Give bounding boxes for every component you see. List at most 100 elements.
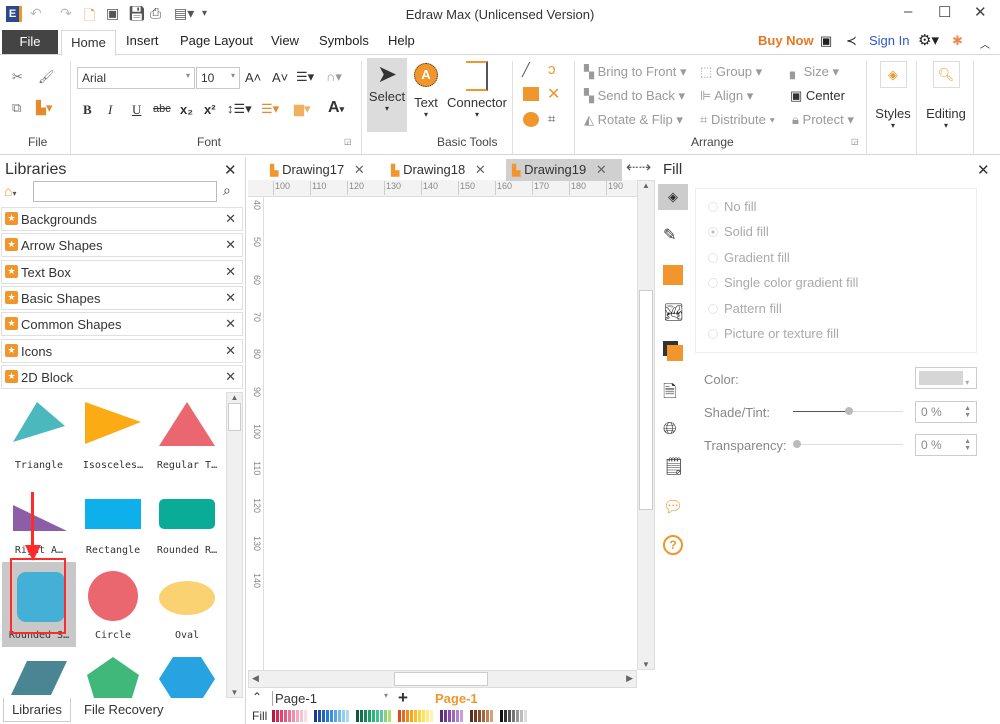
- tab-home[interactable]: Home: [61, 30, 116, 56]
- radio-button[interactable]: [708, 227, 718, 238]
- palette-swatch[interactable]: [516, 710, 519, 722]
- radio-button[interactable]: [708, 329, 718, 339]
- document-icon[interactable]: 🗎: [663, 379, 685, 401]
- crop-tool-icon[interactable]: ⌗: [548, 111, 555, 127]
- palette-swatch[interactable]: [288, 710, 291, 722]
- close-category-icon[interactable]: ✕: [225, 237, 236, 253]
- shadow-square-icon[interactable]: [663, 265, 683, 285]
- palette-swatch[interactable]: [422, 710, 425, 722]
- tab-scroll-arrows-icon[interactable]: ⇠⇢: [626, 158, 651, 176]
- radio-button[interactable]: [708, 202, 718, 212]
- search-icon[interactable]: ⌕: [223, 182, 231, 199]
- copy-icon[interactable]: ⧉: [12, 100, 21, 116]
- transparency-slider[interactable]: [793, 440, 903, 448]
- palette-swatch[interactable]: [280, 710, 283, 722]
- palette-swatch[interactable]: [388, 710, 391, 722]
- palette-swatch[interactable]: [368, 710, 371, 722]
- radio-button[interactable]: [708, 252, 718, 263]
- arrange-dialog-launcher-icon[interactable]: ◲: [851, 137, 859, 146]
- library-category[interactable]: ★ Arrow Shapes ✕: [1, 233, 243, 258]
- tab-help[interactable]: Help: [388, 33, 415, 48]
- palette-swatch[interactable]: [460, 710, 463, 722]
- sign-in-link[interactable]: Sign In: [869, 33, 909, 48]
- palette-swatch[interactable]: [444, 710, 447, 722]
- palette-swatch[interactable]: [426, 710, 429, 722]
- distribute-button[interactable]: ⌗ Distribute ▾: [700, 112, 775, 128]
- libraries-bottom-tab[interactable]: Libraries: [3, 698, 71, 722]
- palette-swatch[interactable]: [482, 710, 485, 722]
- palette-swatch[interactable]: [508, 710, 511, 722]
- font-color-icon[interactable]: A▾: [328, 99, 344, 117]
- canvas-vertical-scrollbar[interactable]: ▲ ▼: [637, 180, 655, 670]
- palette-swatch[interactable]: [440, 710, 443, 722]
- horizontal-scroll-thumb[interactable]: [394, 672, 488, 686]
- shape-item[interactable]: Rectangle: [76, 477, 150, 562]
- close-libraries-icon[interactable]: ✕: [224, 161, 237, 179]
- expand-pages-icon[interactable]: ⌃: [252, 690, 262, 704]
- collapse-ribbon-icon[interactable]: ︿: [980, 36, 990, 51]
- palette-swatch[interactable]: [384, 710, 387, 722]
- file-menu-button[interactable]: File: [2, 30, 58, 54]
- arc-tool-icon[interactable]: ↄ: [548, 61, 556, 78]
- align-button[interactable]: ⊫ Align ▾: [700, 88, 753, 104]
- library-category[interactable]: ★ Backgrounds ✕: [1, 207, 243, 231]
- palette-swatch[interactable]: [406, 710, 409, 722]
- minimize-button[interactable]: –: [904, 3, 912, 20]
- tab-view[interactable]: View: [271, 33, 299, 48]
- palette-swatch[interactable]: [300, 710, 303, 722]
- palette-swatch[interactable]: [456, 710, 459, 722]
- fill-option-radio[interactable]: No fill: [708, 199, 757, 214]
- palette-swatch[interactable]: [430, 710, 433, 722]
- palette-swatch[interactable]: [322, 710, 325, 722]
- paste-icon[interactable]: ▙▾: [36, 100, 53, 116]
- share-file-icon[interactable]: ▣: [820, 33, 832, 49]
- shape-item[interactable]: Rounded R…: [150, 477, 224, 562]
- globe-icon[interactable]: 🌐︎: [663, 419, 685, 441]
- fill-option-radio[interactable]: Solid fill: [708, 224, 769, 239]
- scroll-up-icon[interactable]: ▲: [227, 393, 242, 402]
- editing-button[interactable]: 🔍︎ Editing ▾: [920, 61, 972, 130]
- shade-tint-spinner[interactable]: 0 % ▲ ▼: [915, 401, 977, 423]
- fill-option-radio[interactable]: Gradient fill: [708, 250, 790, 265]
- shape-item[interactable]: Isosceles…: [76, 392, 150, 477]
- palette-swatch[interactable]: [334, 710, 337, 722]
- image-icon[interactable]: 🏞︎: [663, 303, 685, 325]
- scroll-right-icon[interactable]: ▶: [626, 673, 633, 684]
- underline-button[interactable]: U: [132, 102, 141, 118]
- protect-button[interactable]: 🔒︎ Protect ▾: [792, 112, 854, 128]
- buy-now-link[interactable]: Buy Now: [758, 33, 814, 48]
- palette-swatch[interactable]: [292, 710, 295, 722]
- bold-button[interactable]: B: [83, 102, 92, 118]
- subscript-button[interactable]: x₂: [180, 102, 193, 117]
- palette-swatch[interactable]: [402, 710, 405, 722]
- palette-swatch[interactable]: [372, 710, 375, 722]
- comment-icon[interactable]: 💬︎: [663, 497, 685, 519]
- italic-button[interactable]: I: [108, 102, 112, 118]
- scroll-thumb[interactable]: [228, 403, 241, 431]
- close-category-icon[interactable]: ✕: [225, 211, 236, 227]
- shape-item[interactable]: Oval: [150, 562, 224, 647]
- shape-item[interactable]: [76, 647, 150, 698]
- format-painter-icon[interactable]: 🖌︎: [38, 69, 55, 85]
- library-category[interactable]: ★ Basic Shapes ✕: [1, 285, 243, 310]
- palette-swatch[interactable]: [486, 710, 489, 722]
- close-category-icon[interactable]: ✕: [225, 369, 236, 385]
- library-category[interactable]: ★ Icons ✕: [1, 338, 243, 363]
- bring-to-front-button[interactable]: ▚ Bring to Front ▾: [584, 64, 687, 80]
- vertical-scroll-thumb[interactable]: [639, 290, 653, 510]
- select-tool-button[interactable]: ➤ Select ▾: [367, 58, 407, 132]
- library-search-input[interactable]: [33, 181, 217, 202]
- palette-swatch[interactable]: [342, 710, 345, 722]
- fill-option-radio[interactable]: Pattern fill: [708, 301, 782, 316]
- tab-page-layout[interactable]: Page Layout: [180, 33, 253, 48]
- palette-swatch[interactable]: [304, 710, 307, 722]
- palette-swatch[interactable]: [524, 710, 527, 722]
- decrease-font-icon[interactable]: A˅: [272, 70, 288, 85]
- palette-swatch[interactable]: [504, 710, 507, 722]
- palette-swatch[interactable]: [448, 710, 451, 722]
- document-tab[interactable]: ▙ Drawing17 ✕: [270, 159, 386, 181]
- palette-swatch[interactable]: [314, 710, 317, 722]
- palette-swatch[interactable]: [360, 710, 363, 722]
- curve-icon[interactable]: ∩▾: [326, 69, 342, 85]
- line-pen-icon[interactable]: ✎: [663, 225, 685, 247]
